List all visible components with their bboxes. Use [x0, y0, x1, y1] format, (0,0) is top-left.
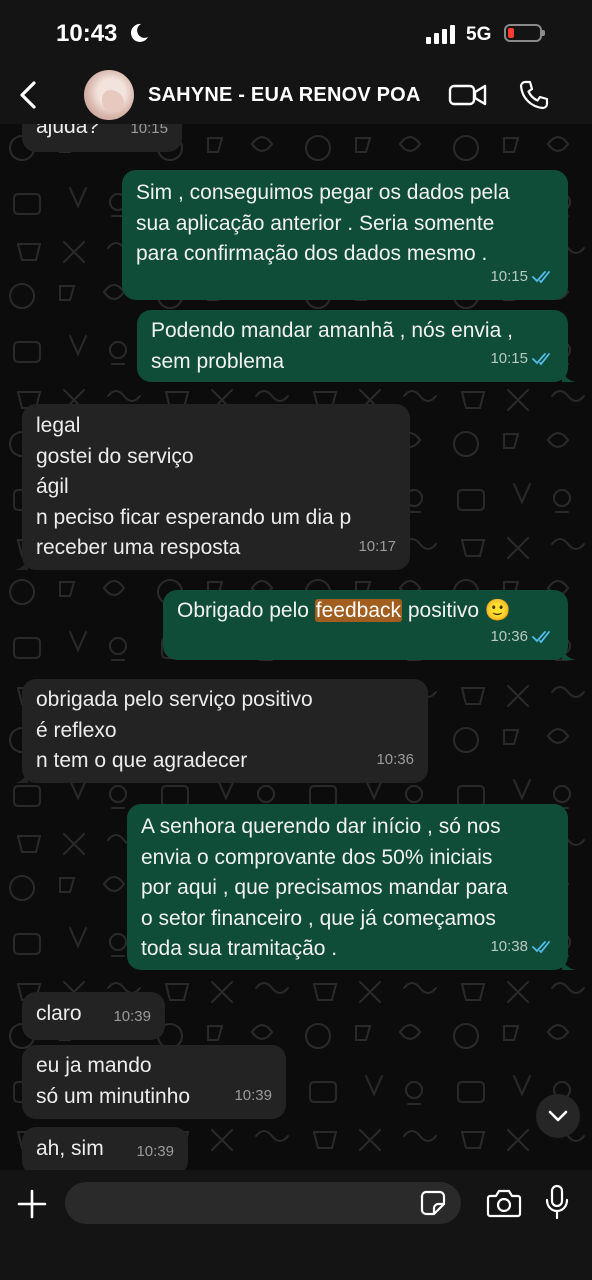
message-outgoing[interactable]: Sim , conseguimos pegar os dados pela su… — [122, 170, 568, 300]
message-time: 10:39 — [113, 1007, 151, 1025]
chevron-down-icon — [548, 1110, 568, 1122]
double-check-icon — [532, 940, 550, 954]
chevron-left-icon[interactable] — [14, 78, 44, 112]
message-outgoing[interactable]: Podendo mandar amanhã , nós envia , sem … — [137, 310, 576, 382]
message-time: 10:15 — [490, 267, 528, 285]
message-incoming[interactable]: obrigada pelo serviço positivo é reflexo… — [14, 679, 428, 783]
message-incoming[interactable]: ah, sim 10:39 — [22, 1127, 188, 1170]
message-incoming[interactable]: eu ja mando só um minutinho 10:39 — [22, 1045, 286, 1119]
avatar[interactable] — [84, 70, 134, 120]
message-time: 10:38 — [490, 937, 528, 955]
signal-strength-icon — [426, 24, 455, 44]
status-time: 10:43 — [56, 20, 118, 47]
input-bar — [0, 1170, 592, 1280]
chat-header: SAHYNE - EUA RENOV POA — [0, 66, 592, 124]
bubble-tail — [562, 368, 576, 382]
status-bar: 10:43 5G — [0, 0, 592, 66]
search-highlight: feedback — [314, 599, 402, 622]
network-type: 5G — [466, 24, 492, 45]
message-incoming[interactable]: claro 10:39 — [22, 992, 165, 1040]
contact-name[interactable]: SAHYNE - EUA RENOV POA — [148, 84, 421, 107]
message-text: legal gostei do serviço ágil n peciso fi… — [36, 414, 352, 559]
message-time: 10:15 — [490, 349, 528, 367]
sticker-icon[interactable] — [420, 1190, 446, 1216]
double-check-icon — [532, 630, 550, 644]
phone-icon[interactable] — [518, 79, 550, 111]
message-input[interactable] — [65, 1182, 461, 1224]
microphone-icon[interactable] — [544, 1184, 570, 1220]
moon-icon — [130, 23, 148, 42]
message-time: 10:36 — [376, 750, 414, 768]
message-text: obrigada pelo serviço positivo é reflexo… — [36, 688, 313, 772]
message-outgoing[interactable]: A senhora querendo dar início , só nos e… — [127, 804, 576, 970]
message-time: 10:39 — [136, 1142, 174, 1160]
message-outgoing[interactable]: Obrigado pelo feedback positivo 🙂 10:36 — [163, 590, 576, 660]
message-time: 10:17 — [358, 537, 396, 555]
camera-icon[interactable] — [486, 1188, 522, 1218]
bubble-tail — [562, 646, 576, 660]
message-time: 10:39 — [234, 1086, 272, 1104]
bubble-tail — [562, 956, 576, 970]
scroll-to-bottom-button[interactable] — [536, 1094, 580, 1138]
video-camera-icon[interactable] — [448, 81, 488, 109]
message-time: 10:36 — [490, 627, 528, 645]
bubble-tail — [14, 769, 28, 783]
battery-icon — [504, 24, 545, 42]
bubble-tail — [14, 556, 28, 570]
double-check-icon — [532, 352, 550, 366]
message-time: 10:15 — [130, 124, 168, 137]
plus-icon[interactable] — [16, 1188, 48, 1220]
message-incoming[interactable]: ajuda? 10:15 — [22, 124, 182, 152]
chat-area[interactable]: ajuda? 10:15 Sim , conseguimos pegar os … — [0, 124, 592, 1170]
slightly-smiling-face-emoji: 🙂 — [484, 599, 512, 622]
message-incoming[interactable]: legal gostei do serviço ágil n peciso fi… — [14, 404, 410, 570]
battery-level — [508, 28, 514, 38]
message-text: Sim , conseguimos pegar os dados pela su… — [136, 181, 510, 265]
double-check-icon — [532, 270, 550, 284]
